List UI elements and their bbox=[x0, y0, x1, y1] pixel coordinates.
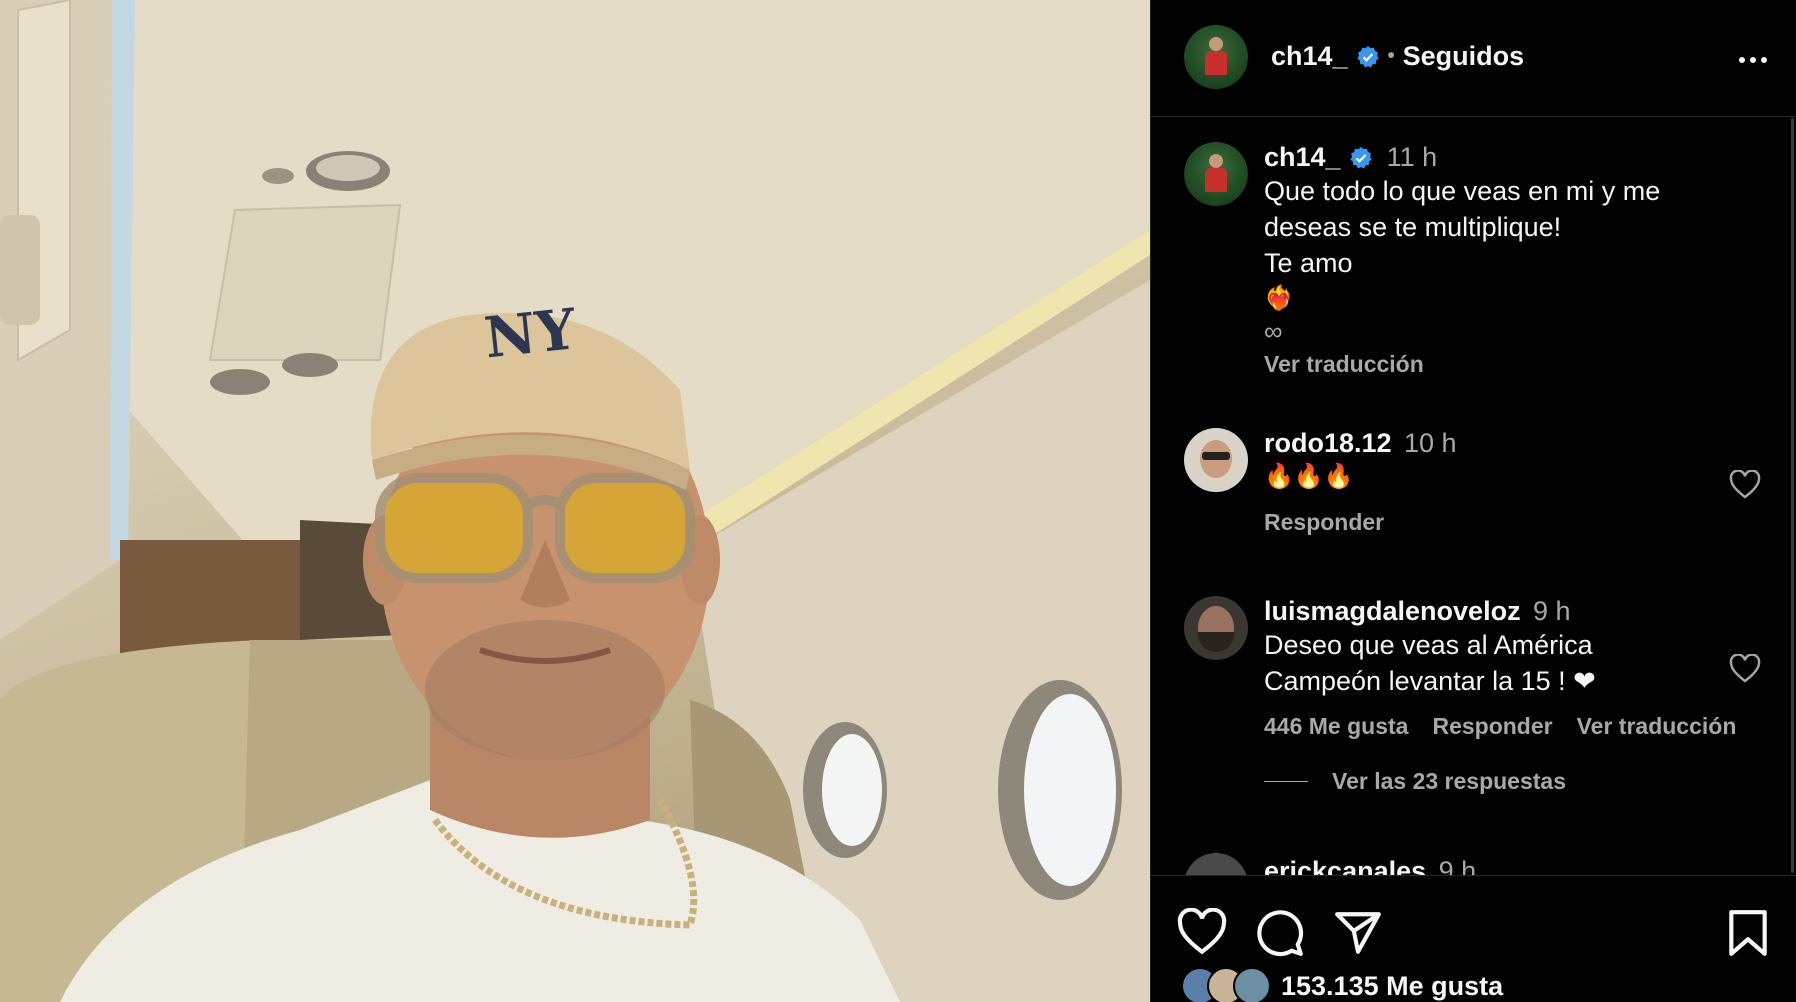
caption-avatar[interactable] bbox=[1184, 142, 1248, 206]
header-separator: • bbox=[1387, 45, 1395, 67]
header-avatar[interactable] bbox=[1184, 25, 1248, 89]
heart-icon[interactable] bbox=[1177, 908, 1227, 958]
comment-icon[interactable] bbox=[1255, 908, 1305, 958]
post-photo[interactable]: NY bbox=[0, 0, 1150, 1002]
caption-translate-link[interactable]: Ver traducción bbox=[1264, 351, 1660, 378]
comment-username[interactable]: luismagdalenoveloz bbox=[1264, 596, 1521, 626]
comment-avatar[interactable] bbox=[1184, 596, 1248, 660]
liker-avatar bbox=[1233, 967, 1271, 1002]
comment-like-heart-icon[interactable] bbox=[1729, 654, 1761, 684]
caption-line-2: deseas se te multiplique! bbox=[1264, 212, 1562, 242]
header-username[interactable]: ch14_ bbox=[1271, 41, 1348, 72]
post-header: ch14_ • Seguidos bbox=[1151, 0, 1796, 117]
comment-item: erickcanales 9 h bbox=[1264, 856, 1476, 875]
post-side-panel: ch14_ • Seguidos ch14_ 11 h Que todo lo … bbox=[1150, 0, 1796, 1002]
verified-badge-icon bbox=[1356, 45, 1379, 67]
comment-username[interactable]: rodo18.12 bbox=[1264, 428, 1392, 458]
heart-on-fire-emoji: ❤️‍🔥 bbox=[1264, 285, 1294, 312]
view-replies-button[interactable]: Ver las 23 respuestas bbox=[1332, 768, 1566, 795]
comment-username[interactable]: erickcanales bbox=[1264, 856, 1426, 875]
comment-text-line-2: Campeón levantar la 15 ! ❤ bbox=[1264, 666, 1596, 696]
replies-divider bbox=[1264, 781, 1308, 782]
likes-summary-row[interactable]: 153.135 Me gusta bbox=[1181, 967, 1503, 1002]
comment-item: rodo18.12 10 h 🔥🔥🔥 Responder bbox=[1264, 428, 1457, 536]
comment-reply-button[interactable]: Responder bbox=[1264, 509, 1457, 536]
comment-time[interactable]: 9 h bbox=[1439, 856, 1477, 875]
comment-text: 🔥🔥🔥 bbox=[1264, 463, 1354, 490]
comment-likes-count[interactable]: 446 Me gusta bbox=[1264, 713, 1408, 740]
caption-time[interactable]: 11 h bbox=[1387, 142, 1438, 173]
caption-username[interactable]: ch14_ bbox=[1264, 142, 1341, 173]
svg-text:NY: NY bbox=[481, 296, 580, 371]
bookmark-icon[interactable] bbox=[1723, 908, 1773, 958]
follow-status-button[interactable]: Seguidos bbox=[1403, 41, 1525, 72]
comment-avatar[interactable] bbox=[1184, 853, 1248, 875]
caption-line-3: Te amo bbox=[1264, 248, 1353, 278]
comment-text-line-1: Deseo que veas al América bbox=[1264, 630, 1593, 660]
comment-like-heart-icon[interactable] bbox=[1729, 470, 1761, 500]
comment-translate-link[interactable]: Ver traducción bbox=[1577, 713, 1737, 740]
comment-avatar[interactable] bbox=[1184, 428, 1248, 492]
more-horizontal-icon[interactable] bbox=[1739, 50, 1773, 63]
caption-line-1: Que todo lo que veas en mi y me bbox=[1264, 176, 1661, 206]
caption-block: ch14_ 11 h Que todo lo que veas en mi y … bbox=[1264, 142, 1660, 378]
infinity-emoji: ∞ bbox=[1264, 316, 1283, 346]
view-replies-row[interactable]: Ver las 23 respuestas bbox=[1264, 768, 1736, 795]
comment-time[interactable]: 10 h bbox=[1404, 428, 1457, 458]
comment-time[interactable]: 9 h bbox=[1533, 596, 1571, 626]
verified-badge-icon bbox=[1349, 146, 1372, 168]
comments-scrollbar[interactable] bbox=[1791, 118, 1794, 873]
comments-list: ch14_ 11 h Que todo lo que veas en mi y … bbox=[1151, 118, 1796, 875]
send-icon[interactable] bbox=[1333, 908, 1383, 958]
header-user-row: ch14_ • Seguidos bbox=[1271, 41, 1524, 72]
comment-item: luismagdalenoveloz 9 h Deseo que veas al… bbox=[1264, 596, 1736, 795]
likes-count[interactable]: 153.135 Me gusta bbox=[1281, 971, 1503, 1002]
post-photo-illustration: NY bbox=[0, 0, 1150, 1002]
comment-reply-button[interactable]: Responder bbox=[1432, 713, 1552, 740]
